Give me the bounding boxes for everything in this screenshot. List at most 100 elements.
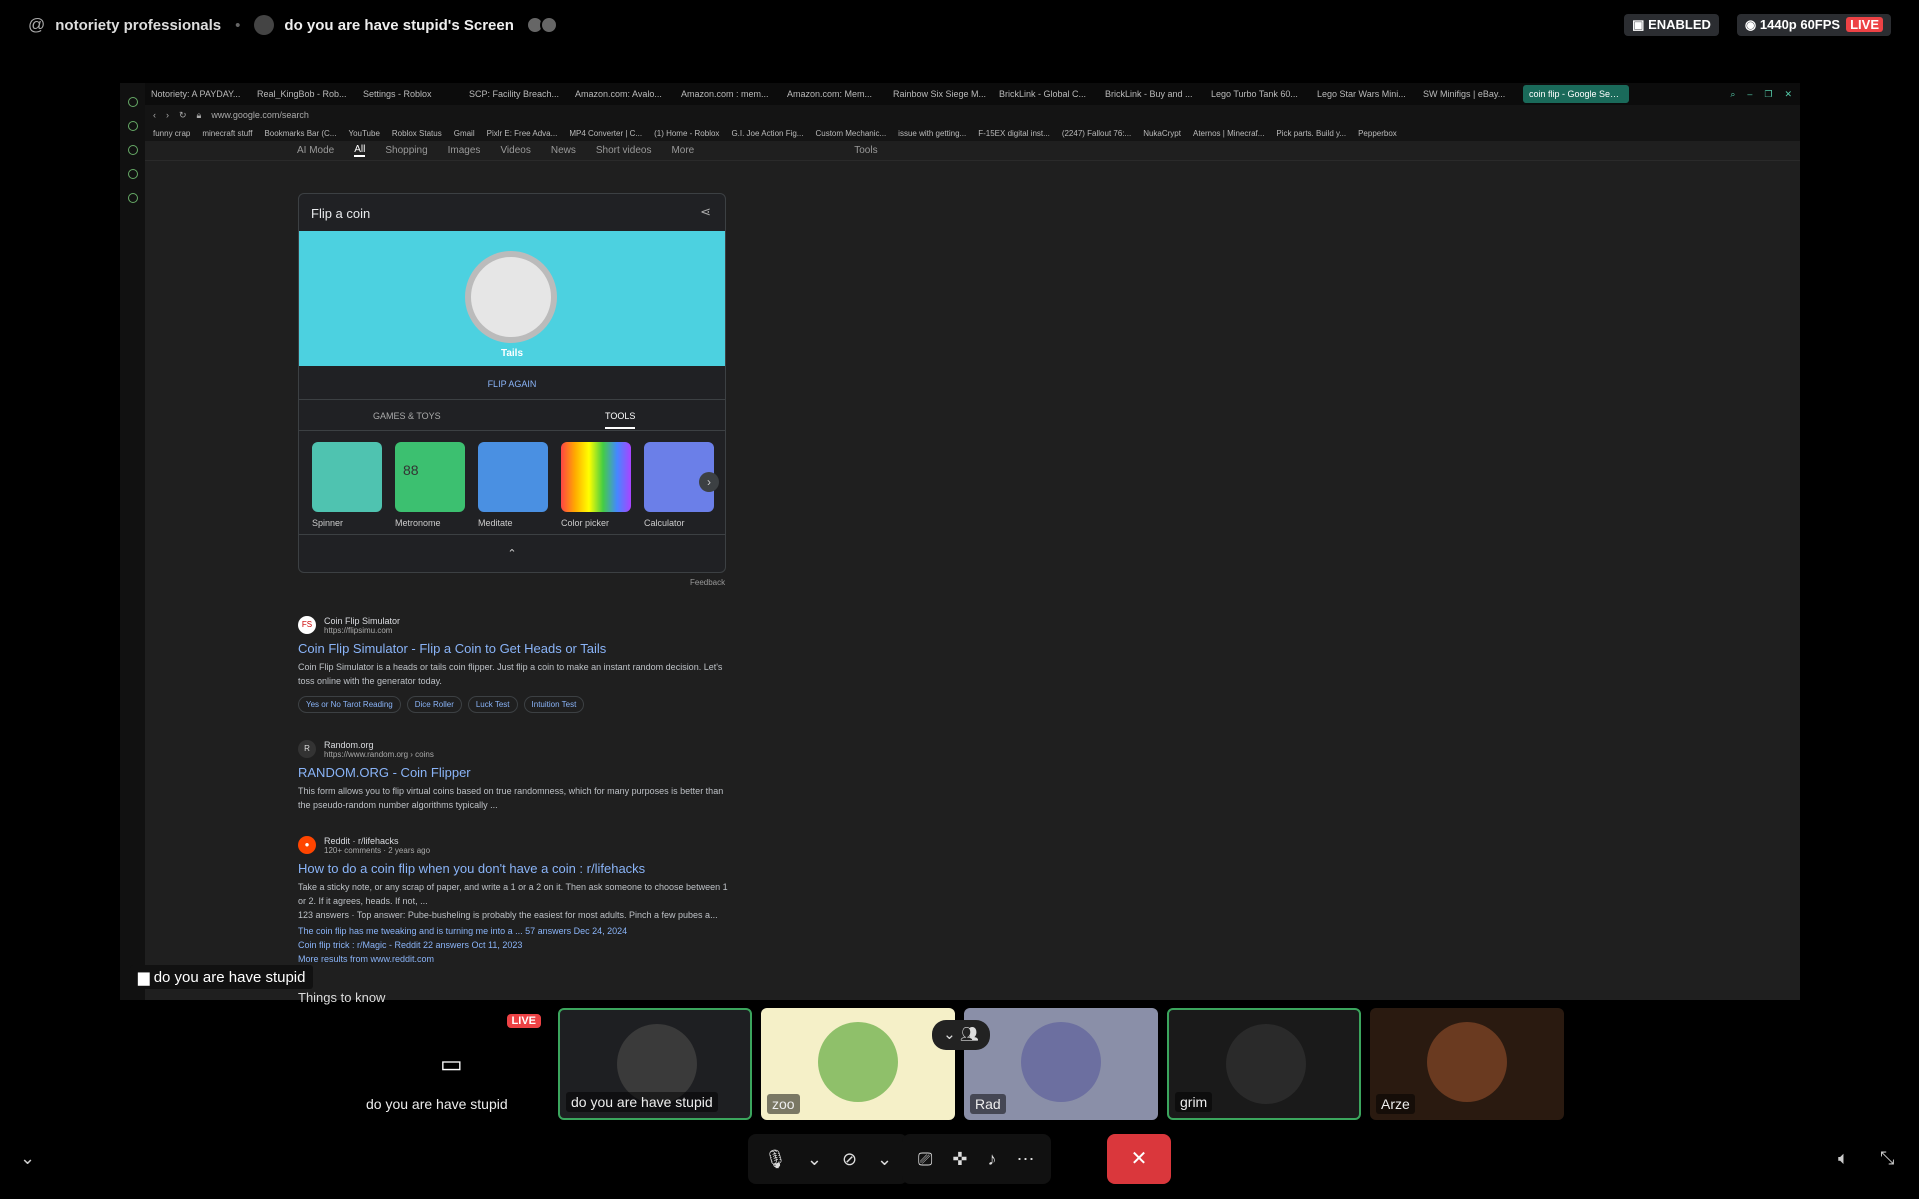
result-answers[interactable]: 123 answers · Top answer: Pube-busheling… [298,908,738,922]
nav-ai-mode[interactable]: AI Mode [297,145,334,156]
sidebar-icon[interactable] [127,121,138,131]
participant-tile[interactable]: LIVE ▭ do you are have stupid [355,1008,549,1120]
gamepad-icon[interactable]: ✜ [952,1149,967,1170]
bookmark[interactable]: (1) Home - Roblox [654,129,719,138]
nav-videos[interactable]: Videos [500,145,530,156]
chip[interactable]: Luck Test [467,696,518,713]
bookmark[interactable]: Pepperbox [1358,129,1397,138]
nav-images[interactable]: Images [448,145,481,156]
browser-tab[interactable]: BrickLink - Global C... [993,89,1099,99]
soundboard-icon[interactable]: ♪ [988,1149,997,1170]
result-title-link[interactable]: Coin Flip Simulator - Flip a Coin to Get… [298,641,738,656]
tab-tools[interactable]: TOOLS [605,411,636,429]
browser-tab[interactable]: Notoriety: A PAYDAY... [145,89,251,99]
participant-tile[interactable]: do you are have stupid [558,1008,752,1120]
bookmark[interactable]: (2247) Fallout 76:... [1062,129,1131,138]
quality-badge[interactable]: ◉ 1440p 60FPS LIVE [1736,14,1891,36]
tool-color-picker[interactable]: Color picker [561,442,631,528]
bookmark[interactable]: F-15EX digital inst... [978,129,1050,138]
volume-icon[interactable]: 🔈︎ [1838,1148,1849,1169]
browser-tab[interactable]: Settings - Roblox [357,89,463,99]
reload-icon[interactable]: ↻ [179,110,187,121]
participants-toggle[interactable]: ⌄ 👥︎ [932,1020,990,1050]
browser-tab[interactable]: Real_KingBob - Rob... [251,89,357,99]
browser-tab[interactable]: Amazon.com: Mem... [781,89,887,99]
nav-shopping[interactable]: Shopping [385,145,427,156]
tool-metronome[interactable]: 88 Metronome [395,442,465,528]
nav-short-videos[interactable]: Short videos [596,145,652,156]
camera-off-icon[interactable]: ⊘ [842,1149,857,1170]
tool-spinner[interactable]: Spinner [312,442,382,528]
chevron-up-icon[interactable]: ⌃ [299,534,725,572]
chevron-right-icon[interactable]: › [699,472,719,492]
browser-tab[interactable]: SW Minifigs | eBay... [1417,89,1523,99]
url-field[interactable]: www.google.com/search [211,110,309,120]
tool-meditate[interactable]: Meditate [478,442,548,528]
browser-tab[interactable]: Amazon.com : mem... [675,89,781,99]
bookmark[interactable]: Bookmarks Bar (C... [264,129,336,138]
chevron-down-icon[interactable]: ⌄ [20,1148,35,1169]
chevron-down-icon[interactable]: ⌄ [877,1149,892,1170]
browser-tab[interactable]: BrickLink - Buy and ... [1099,89,1205,99]
share-icon[interactable]: ⋖ [700,204,711,220]
back-icon[interactable]: ‹ [153,110,156,120]
flip-again-button[interactable]: FLIP AGAIN [299,379,725,389]
sidebar-icon[interactable] [127,97,138,107]
result-url[interactable]: 120+ comments · 2 years ago [324,846,738,855]
participant-tile[interactable]: Arze [1370,1008,1564,1120]
chevron-down-icon[interactable]: ⌄ [807,1149,822,1170]
forward-icon[interactable]: › [166,110,169,120]
bookmark[interactable]: YouTube [348,129,379,138]
screen-share-icon[interactable]: ⎚ [918,1149,932,1170]
chip[interactable]: Dice Roller [406,696,462,713]
nav-news[interactable]: News [551,145,576,156]
bookmark[interactable]: Custom Mechanic... [815,129,886,138]
bookmark[interactable]: Pixlr E: Free Adva... [487,129,558,138]
coin-icon[interactable] [465,251,557,343]
close-icon[interactable]: ✕ [1784,89,1792,100]
browser-tab[interactable]: Amazon.com: Avalo... [569,89,675,99]
bookmark[interactable]: funny crap [153,129,190,138]
viewer-avatar[interactable] [539,16,558,34]
microphone-icon[interactable]: 🎙︎ [764,1149,787,1170]
nav-all[interactable]: All [354,144,366,157]
browser-tab-active[interactable]: coin flip - Google Search [1523,85,1629,103]
nav-tools[interactable]: Tools [854,145,877,156]
feedback-link[interactable]: Feedback [690,578,725,587]
result-url[interactable]: https://flipsimu.com [324,626,738,635]
bookmark[interactable]: NukaCrypt [1143,129,1181,138]
result-sublink[interactable]: The coin flip has me tweaking and is tur… [298,924,738,938]
more-results-link[interactable]: More results from www.reddit.com [298,952,738,966]
sidebar-icon[interactable] [127,145,138,155]
result-url[interactable]: https://www.random.org › coins [324,750,738,759]
participant-tile[interactable]: zoo [761,1008,955,1120]
bookmark[interactable]: Aternos | Minecraf... [1193,129,1264,138]
nav-more[interactable]: More [671,145,694,156]
tab-games-toys[interactable]: GAMES & TOYS [373,411,441,421]
bookmark[interactable]: G.I. Joe Action Fig... [731,129,803,138]
bookmark[interactable]: Gmail [454,129,475,138]
restore-icon[interactable]: ❐ [1764,89,1772,100]
server-name[interactable]: notoriety professionals [55,17,221,34]
enabled-badge[interactable]: ▣ ENABLED [1624,14,1719,36]
result-sublink[interactable]: Coin flip trick : r/Magic - Reddit 22 an… [298,938,738,952]
disconnect-button[interactable]: ✕ [1107,1134,1171,1184]
exit-fullscreen-icon[interactable]: ⤡ [1880,1148,1894,1169]
bookmark[interactable]: minecraft stuff [202,129,252,138]
sidebar-icon[interactable] [127,169,138,179]
coin-area[interactable]: Tails [299,231,725,366]
participant-tile[interactable]: Rad [964,1008,1158,1120]
chip[interactable]: Yes or No Tarot Reading [298,696,401,713]
minimize-icon[interactable]: – [1747,89,1752,100]
bookmark[interactable]: MP4 Converter | C... [569,129,642,138]
bookmark[interactable]: Pick parts. Build y... [1276,129,1346,138]
result-title-link[interactable]: How to do a coin flip when you don't hav… [298,861,738,876]
bookmark[interactable]: issue with getting... [898,129,966,138]
browser-tab[interactable]: Lego Turbo Tank 60... [1205,89,1311,99]
sidebar-icon[interactable] [127,193,138,203]
result-title-link[interactable]: RANDOM.ORG - Coin Flipper [298,765,738,780]
more-icon[interactable]: ⋯ [1017,1149,1035,1170]
browser-tab[interactable]: SCP: Facility Breach... [463,89,569,99]
search-icon[interactable]: ⌕ [1730,89,1735,100]
bookmark[interactable]: Roblox Status [392,129,442,138]
